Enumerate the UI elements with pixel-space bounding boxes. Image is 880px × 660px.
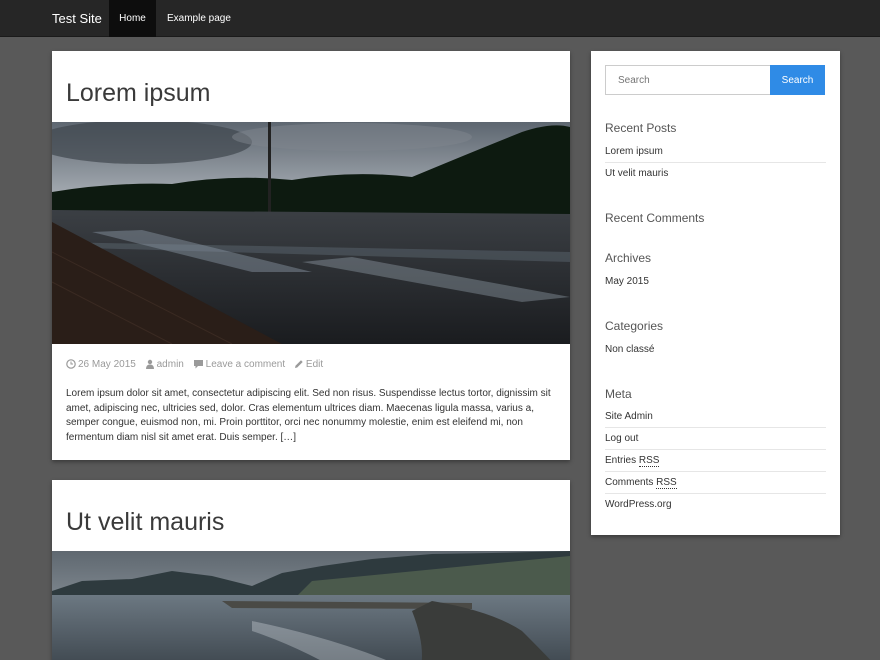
rss-abbr: RSS xyxy=(638,455,660,467)
read-more-link[interactable]: […] xyxy=(281,432,297,443)
user-icon xyxy=(145,359,154,369)
post-card: Ut velit mauris xyxy=(52,480,570,660)
meta-link-log-out[interactable]: Log out xyxy=(605,428,826,450)
entries-label: Entries xyxy=(605,455,637,466)
sidebar: Search Recent Posts Lorem ipsum Ut velit… xyxy=(591,51,840,535)
clock-icon xyxy=(66,359,76,369)
pencil-icon xyxy=(294,360,303,368)
post-title[interactable]: Lorem ipsum xyxy=(66,79,211,108)
post-card: Lorem ipsum 26 May 2015 admin Leave a co… xyxy=(52,51,570,460)
meta-link-comments-rss[interactable]: Comments RSS xyxy=(605,472,826,494)
comments-label: Comments xyxy=(605,477,654,488)
widget-title-recent-comments: Recent Comments xyxy=(605,211,705,225)
top-navbar: Test Site Home Example page xyxy=(0,0,880,37)
post-author-text: admin xyxy=(156,359,184,370)
post-comments-link[interactable]: Leave a comment xyxy=(193,359,286,370)
search-button[interactable]: Search xyxy=(770,65,825,95)
post-date-text: 26 May 2015 xyxy=(78,359,136,370)
rss-abbr: RSS xyxy=(656,477,677,489)
nav-item-example-page[interactable]: Example page xyxy=(157,0,241,37)
post-edit-text: Edit xyxy=(305,359,324,370)
widget-title-categories: Categories xyxy=(605,319,664,333)
category-link[interactable]: Non classé xyxy=(605,339,826,361)
post-excerpt-text: Lorem ipsum dolor sit amet, consectetur … xyxy=(66,388,551,443)
recent-post-link[interactable]: Lorem ipsum xyxy=(605,141,826,163)
post-title[interactable]: Ut velit mauris xyxy=(66,508,224,537)
meta-link-site-admin[interactable]: Site Admin xyxy=(605,406,826,428)
post-excerpt: Lorem ipsum dolor sit amet, consectetur … xyxy=(66,387,558,445)
search-input[interactable] xyxy=(605,65,771,95)
nav-item-home[interactable]: Home xyxy=(109,0,156,37)
archive-link[interactable]: May 2015 xyxy=(605,271,826,293)
post-author[interactable]: admin xyxy=(145,359,184,370)
post-featured-image[interactable] xyxy=(52,551,570,660)
site-title[interactable]: Test Site xyxy=(52,0,102,37)
post-featured-image[interactable] xyxy=(52,122,570,344)
post-date[interactable]: 26 May 2015 xyxy=(66,359,136,370)
recent-post-link[interactable]: Ut velit mauris xyxy=(605,163,826,185)
post-edit-link[interactable]: Edit xyxy=(294,359,323,370)
comment-icon xyxy=(193,360,203,369)
meta-link-entries-rss[interactable]: Entries RSS xyxy=(605,450,826,472)
widget-title-recent-posts: Recent Posts xyxy=(605,121,677,135)
meta-link-wordpress-org[interactable]: WordPress.org xyxy=(605,494,826,516)
widget-title-meta: Meta xyxy=(605,387,632,401)
post-comments-text: Leave a comment xyxy=(205,359,286,370)
widget-title-archives: Archives xyxy=(605,251,652,265)
post-meta: 26 May 2015 admin Leave a comment Edit xyxy=(66,359,329,370)
